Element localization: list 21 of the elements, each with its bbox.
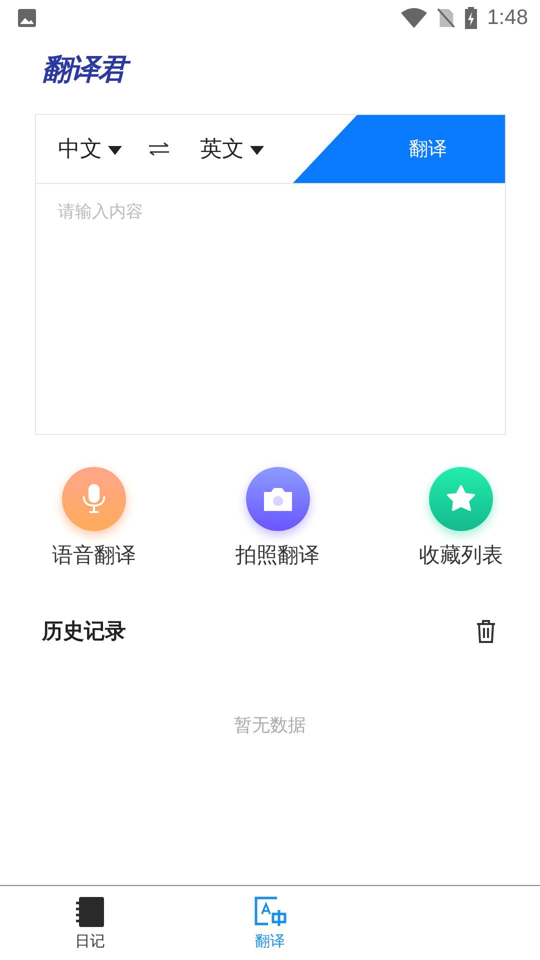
nav-tab[interactable]: 日记 bbox=[0, 886, 180, 960]
notebook-icon bbox=[75, 896, 105, 928]
empty-message: 暂无数据 bbox=[234, 714, 306, 737]
feature-label[interactable]: 拍照翻译 bbox=[236, 541, 320, 569]
target-language-dropdown[interactable]: 英文 bbox=[178, 134, 264, 164]
source-language-dropdown[interactable]: 中文 bbox=[36, 134, 122, 164]
battery-icon bbox=[465, 7, 478, 29]
status-time: 1:48 bbox=[487, 6, 528, 30]
input-field[interactable]: 请输入内容 bbox=[35, 183, 506, 435]
history-title: 历史记录 bbox=[42, 618, 126, 645]
feature-label[interactable]: 语音翻译 bbox=[52, 541, 136, 569]
app-title: 翻译君 bbox=[42, 50, 540, 90]
feature-label[interactable]: 收藏列表 bbox=[419, 541, 503, 569]
image-icon bbox=[17, 8, 37, 28]
wifi-icon bbox=[401, 8, 428, 28]
trash-icon[interactable] bbox=[476, 619, 496, 643]
camera-icon[interactable] bbox=[246, 467, 310, 531]
no-sim-icon bbox=[437, 8, 456, 28]
translate-icon bbox=[253, 896, 287, 928]
swap-icon[interactable] bbox=[148, 142, 170, 156]
translate-button[interactable]: 翻译 bbox=[293, 115, 505, 183]
